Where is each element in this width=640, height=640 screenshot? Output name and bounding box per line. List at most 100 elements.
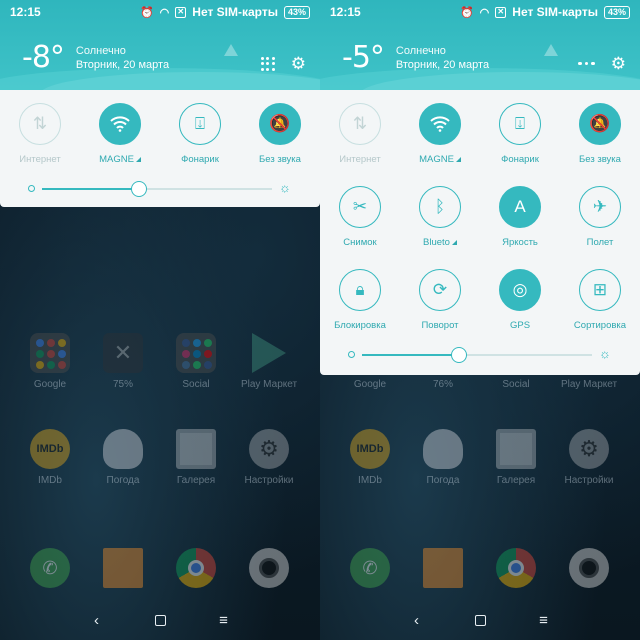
weather-widget[interactable]: -5° Солнечно Вторник, 20 марта [342,40,489,75]
temperature: -8° [22,40,65,75]
dock-messages[interactable] [91,548,155,588]
tile-gps[interactable]: ◎ GPS [480,256,560,339]
menu-icon[interactable]: ≡ [214,612,234,629]
app-play-market[interactable]: Play Маркет [237,333,301,390]
app-gallery[interactable]: Галерея [164,429,228,486]
settings-gear-icon[interactable]: ⚙ [611,55,626,72]
app-settings[interactable]: ⚙ Настройки [557,429,621,486]
no-sim-icon: ✕ [175,6,187,18]
tile-label: MAGNE [419,154,461,165]
status-time: 12:15 [330,5,361,19]
weather-icon [103,429,143,469]
navigation-bar: ‹ ≡ [0,600,320,640]
app-imdb[interactable]: IMDb IMDb [338,429,402,486]
brightness-fill [362,354,459,356]
back-icon[interactable]: ‹ [87,612,107,629]
tile-label: Снимок [343,237,377,248]
lock-icon: 🔒︎ [339,269,381,311]
weather-condition: Солнечно [75,44,126,57]
tile-rotate[interactable]: ⟳ Поворот [400,256,480,339]
tile-flashlight[interactable]: ⍗ Фонарик [160,90,240,173]
tile-silent[interactable]: 🔕 Без звука [240,90,320,173]
app-google-folder[interactable]: Google [18,333,82,390]
carrier-text: Нет SIM-карты [512,5,598,19]
gps-icon: ◎ [499,269,541,311]
tile-label: Фонарик [501,154,539,165]
carrier-text: Нет SIM-карты [192,5,278,19]
tile-silent[interactable]: 🔕 Без звука [560,90,640,173]
app-label: Play Маркет [240,379,298,390]
alarm-off-icon: ⏰ [139,6,154,19]
app-settings[interactable]: ⚙ Настройки [237,429,301,486]
arrows-updown-icon: ⇅ [19,103,61,145]
tile-sort[interactable]: ⊞ Сортировка [560,256,640,339]
quick-settings-panel-expanded: ⇅ Интернет MAGNE ⍗ Фонарик 🔕 Без звука ✂… [320,90,640,375]
wifi-status-icon: ◠ [159,6,170,19]
back-icon[interactable]: ‹ [407,612,427,629]
app-label: 76% [432,379,453,390]
tile-internet[interactable]: ⇅ Интернет [320,90,400,173]
bell-off-icon: 🔕 [259,103,301,145]
tile-label: Блокировка [334,320,386,331]
app-label: Social [182,379,210,390]
tile-auto-brightness[interactable]: A Яркость [480,173,560,256]
home-icon[interactable] [474,614,486,626]
app-social-folder[interactable]: Social [164,333,228,390]
tile-airplane[interactable]: ✈ Полет [560,173,640,256]
battery-indicator: 43% [603,5,630,19]
weather-icon [423,429,463,469]
tile-wifi[interactable]: MAGNE [80,90,160,173]
dock-chrome[interactable] [484,548,548,588]
airplane-icon: ✈ [579,186,621,228]
dock-messages[interactable] [411,548,475,588]
more-dots-icon[interactable] [578,61,595,66]
app-weather[interactable]: Погода [411,429,475,486]
settings-gear-icon[interactable]: ⚙ [291,55,306,72]
tile-internet[interactable]: ⇅ Интернет [0,90,80,173]
dock-camera[interactable] [557,548,621,588]
brightness-slider[interactable]: ☼ [0,173,320,207]
bluetooth-icon: ᛒ [419,186,461,228]
tile-label: GPS [509,320,531,331]
quick-settings-panel: ⇅ Интернет MAGNE ⍗ Фонарик 🔕 Без звука ☼ [0,90,320,207]
gallery-icon [176,429,216,469]
tile-label: Без звука [579,154,621,165]
brightness-fill [42,188,139,190]
brightness-track[interactable] [42,181,272,197]
app-gallery[interactable]: Галерея [484,429,548,486]
app-label: Погода [106,475,140,486]
brightness-thumb[interactable] [130,181,147,197]
home-icon[interactable] [154,614,166,626]
app-imdb[interactable]: IMDb IMDb [18,429,82,486]
status-time: 12:15 [10,5,41,19]
camera-icon [569,548,609,588]
brightness-track[interactable] [362,347,592,363]
dock-chrome[interactable] [164,548,228,588]
weather-widget[interactable]: -8° Солнечно Вторник, 20 марта [22,40,169,75]
brightness-slider[interactable]: ☼ [320,339,640,373]
date-text: Вторник, 20 марта [395,58,490,71]
dock-phone[interactable]: ✆ [338,548,402,588]
tile-wifi[interactable]: MAGNE [400,90,480,173]
menu-icon[interactable]: ≡ [534,612,554,629]
app-cleaner[interactable]: ✕ 75% [91,333,155,390]
dock-camera[interactable] [237,548,301,588]
app-label: Social [502,379,530,390]
social-folder-icon [176,333,216,373]
gallery-icon [496,429,536,469]
tile-label: Поворот [421,320,459,331]
tile-bluetooth[interactable]: ᛒ Blueto [400,173,480,256]
app-weather[interactable]: Погода [91,429,155,486]
apps-grid-icon[interactable] [260,56,275,71]
dock-phone[interactable]: ✆ [18,548,82,588]
cleaner-icon: ✕ [103,333,143,373]
tile-lock[interactable]: 🔒︎ Блокировка [320,256,400,339]
brightness-thumb[interactable] [450,347,467,363]
tile-screenshot[interactable]: ✂ Снимок [320,173,400,256]
tile-flashlight[interactable]: ⍗ Фонарик [480,90,560,173]
weather-condition: Солнечно [395,44,446,57]
phone-screen-right: Google ✕ 76% Social Play Маркет IMDb IMD… [320,0,640,640]
tile-label: Интернет [339,154,381,165]
sailboat-decoration [224,44,238,56]
rotate-icon: ⟳ [419,269,461,311]
